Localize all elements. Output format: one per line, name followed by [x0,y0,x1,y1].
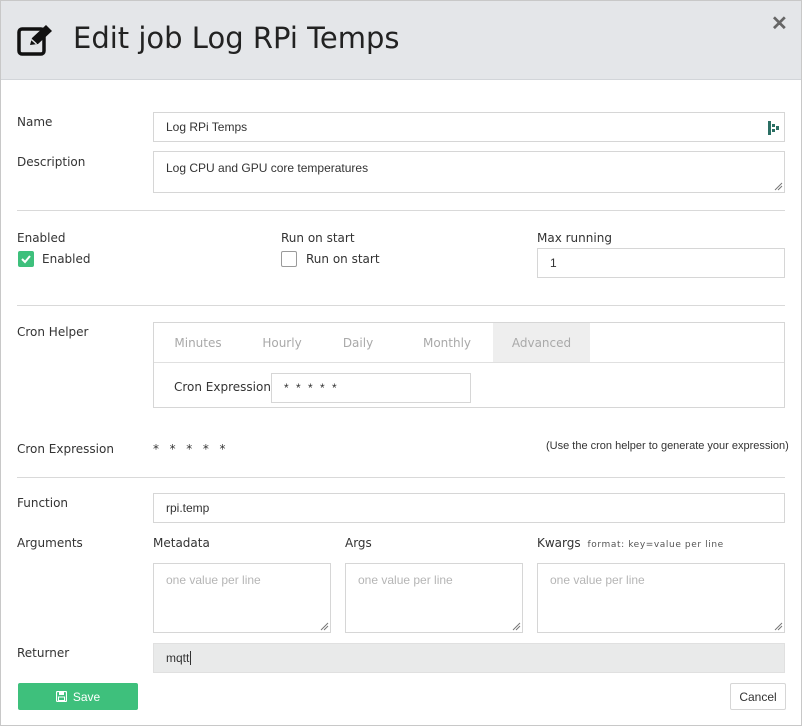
text-cursor [190,651,192,665]
function-value: rpi.temp [166,501,210,515]
kwargs-textarea[interactable]: one value per line [537,563,785,633]
arguments-label: Arguments [17,536,83,550]
cron-expression-hint: (Use the cron helper to generate your ex… [546,440,789,452]
enabled-checkbox[interactable] [18,251,34,267]
returner-label: Returner [17,646,70,660]
checkmark-icon [21,255,31,264]
save-button[interactable]: Save [18,683,138,710]
cron-expression-label: Cron Expression [17,442,114,456]
tab-hourly[interactable]: Hourly [242,323,322,363]
kwargs-label: Kwargs format: key=value per line [537,536,724,550]
kwargs-placeholder: one value per line [550,573,645,587]
cron-expression-value: * * * * * [153,442,227,456]
tabs-divider [154,362,784,363]
save-label: Save [72,689,101,704]
tab-advanced[interactable]: Advanced [493,323,590,363]
tab-monthly[interactable]: Monthly [394,323,500,363]
description-label: Description [17,155,86,169]
edit-job-dialog: Edit job Log RPi Temps ✕ Name Log RPi Te… [0,0,802,726]
max-running-value: 1 [550,256,557,270]
resize-grip-icon[interactable] [320,622,329,631]
description-value: Log CPU and GPU core temperatures [166,161,369,175]
cancel-button[interactable]: Cancel [730,683,786,710]
close-icon[interactable]: ✕ [771,13,788,35]
args-placeholder: one value per line [358,573,453,587]
returner-value: mqtt [166,651,190,665]
enabled-checkbox-label[interactable]: Enabled [42,252,91,266]
divider [17,477,785,478]
resize-grip-icon[interactable] [774,622,783,631]
kwargs-title: Kwargs [537,536,581,550]
name-value: Log RPi Temps [166,120,248,134]
args-label: Args [345,536,372,550]
metadata-label: Metadata [153,536,210,550]
resize-grip-icon[interactable] [774,182,783,191]
args-textarea[interactable]: one value per line [345,563,523,633]
enabled-label: Enabled [17,231,66,245]
resize-grip-icon[interactable] [512,622,521,631]
edit-icon [17,25,52,56]
function-label: Function [17,496,69,510]
dialog-header: Edit job Log RPi Temps ✕ [1,1,801,80]
cron-helper-expression-value: * * * * * [284,381,339,395]
divider [17,210,785,211]
name-label: Name [17,115,53,129]
dialog-title: Edit job Log RPi Temps [73,21,400,55]
run-on-start-checkbox[interactable] [281,251,297,267]
run-on-start-checkbox-label[interactable]: Run on start [306,252,380,266]
metadata-textarea[interactable]: one value per line [153,563,331,633]
kwargs-format-hint: format: key=value per line [587,540,724,550]
password-manager-icon[interactable] [768,121,779,135]
max-running-label: Max running [537,231,612,245]
max-running-input[interactable]: 1 [537,248,785,278]
function-input[interactable]: rpi.temp [153,493,785,523]
cron-helper-expression-label: Cron Expression [174,380,271,394]
run-on-start-label: Run on start [281,231,355,245]
tab-daily[interactable]: Daily [322,323,394,363]
description-textarea[interactable]: Log CPU and GPU core temperatures [153,151,785,193]
returner-input[interactable]: mqtt [153,643,785,673]
metadata-placeholder: one value per line [166,573,261,587]
tab-minutes[interactable]: Minutes [154,323,242,363]
cron-helper-panel: Minutes Hourly Daily Monthly Advanced Cr… [153,322,785,408]
save-icon [55,691,67,702]
cron-helper-expression-input[interactable]: * * * * * [271,373,471,403]
name-input[interactable]: Log RPi Temps [153,112,785,142]
cron-helper-label: Cron Helper [17,325,89,339]
divider [17,305,785,306]
